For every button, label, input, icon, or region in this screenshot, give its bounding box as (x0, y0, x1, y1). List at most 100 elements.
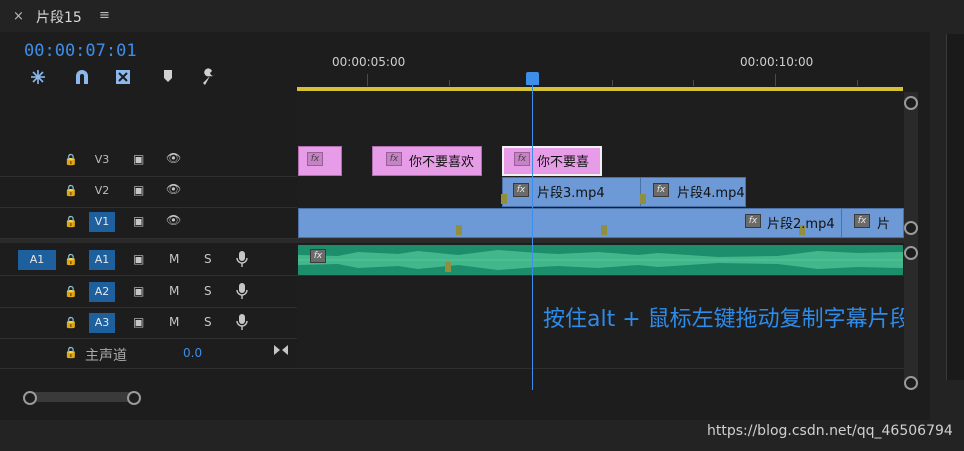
mute-button[interactable]: M (169, 284, 179, 298)
ruler-tick (367, 74, 368, 86)
timeline-panel: × 片段15 ≡ 00:00:07:01 00:00:05:00 00:00:1… (0, 0, 930, 420)
lock-icon[interactable]: 🔒 (64, 316, 78, 329)
track-v3: 🔒 V3 ▣ 👁 fx fx 你不要喜欢 fx 你不要喜 (0, 145, 904, 177)
scroll-handle[interactable] (904, 246, 918, 260)
video-clip[interactable]: fx 片段3.mp4 (501, 177, 642, 207)
magnet-icon[interactable] (72, 68, 92, 88)
fx-badge-icon: fx (513, 183, 529, 197)
snap-icon[interactable] (28, 68, 48, 88)
master-track-label: 主声道 (85, 348, 127, 364)
track-v1-label[interactable]: V1 (89, 212, 115, 232)
microphone-icon[interactable] (236, 250, 248, 271)
mute-button[interactable]: M (169, 315, 179, 329)
subtitle-clip-selected[interactable]: fx 你不要喜 (502, 146, 602, 176)
audio-clip[interactable]: fx (298, 245, 903, 275)
clip-label: 你不要喜 (537, 155, 590, 170)
solo-button[interactable]: S (204, 252, 212, 266)
ruler-tick (775, 74, 776, 86)
mute-button[interactable]: M (169, 252, 179, 266)
watermark-text: https://blog.csdn.net/qq_46506794 (707, 423, 953, 439)
work-area-bar[interactable] (297, 87, 903, 91)
master-volume-value[interactable]: 0.0 (183, 346, 202, 360)
sync-lock-icon[interactable]: ▣ (133, 183, 144, 197)
ruler-label-10s: 00:00:10:00 (740, 55, 814, 69)
lock-icon[interactable]: 🔒 (64, 285, 78, 298)
ruler-tick (857, 80, 858, 86)
close-icon[interactable]: × (13, 9, 24, 24)
keyframe-marker[interactable] (456, 225, 462, 235)
subtitle-clip[interactable]: fx (298, 146, 342, 176)
master-expand-icon[interactable] (273, 341, 289, 360)
video-clip[interactable]: fx 片 (841, 208, 904, 238)
lock-icon[interactable]: 🔒 (64, 253, 78, 266)
annotation-text: 按住alt + 鼠标左键拖动复制字幕片段 (543, 307, 912, 332)
sync-lock-icon[interactable]: ▣ (133, 152, 144, 166)
scroll-handle-top[interactable] (904, 96, 918, 110)
horizontal-scrollbar[interactable] (24, 392, 136, 402)
time-ruler[interactable]: 00:00:05:00 00:00:10:00 (297, 34, 903, 88)
ruler-label-5s: 00:00:05:00 (332, 55, 406, 69)
scroll-handle-bottom[interactable] (904, 376, 918, 390)
video-clip[interactable]: fx 片段4.mp4 (640, 177, 746, 207)
sync-lock-icon[interactable]: ▣ (133, 214, 144, 228)
eye-icon[interactable]: 👁 (166, 151, 181, 165)
clip-label: 片段4.mp4 (677, 186, 745, 201)
track-v1: 🔒 V1 ▣ 👁 fx 片段2.mp4 fx 片 (0, 207, 904, 239)
video-clip[interactable]: fx 片段2.mp4 (298, 208, 843, 238)
vertical-scrollbar[interactable] (904, 92, 918, 388)
zoom-handle-left[interactable] (23, 391, 37, 405)
track-a2-label[interactable]: A2 (89, 282, 115, 302)
fx-badge-icon: fx (854, 214, 870, 228)
clip-label: 片段2.mp4 (767, 217, 835, 232)
keyframe-marker[interactable] (445, 262, 451, 272)
fx-badge-icon: fx (745, 214, 761, 228)
clip-label: 片段3.mp4 (537, 186, 605, 201)
source-patch-a1[interactable]: A1 (18, 250, 56, 270)
video-audio-divider[interactable] (0, 239, 904, 243)
sync-lock-icon[interactable]: ▣ (133, 252, 144, 266)
keyframe-marker[interactable] (640, 194, 646, 204)
lock-icon[interactable]: 🔒 (64, 184, 78, 197)
solo-button[interactable]: S (204, 315, 212, 329)
eye-icon[interactable]: 👁 (166, 182, 181, 196)
keyframe-marker[interactable] (501, 194, 507, 204)
lock-icon[interactable]: 🔒 (64, 346, 78, 359)
playhead-timecode[interactable]: 00:00:07:01 (24, 41, 137, 61)
track-v3-label[interactable]: V3 (89, 150, 115, 170)
sequence-tab-title[interactable]: 片段15 (36, 7, 82, 27)
track-a2: 🔒 A2 ▣ M S (0, 276, 904, 308)
keyframe-marker[interactable] (601, 225, 607, 235)
adjacent-panel (946, 34, 964, 380)
clip-label: 片 (877, 217, 891, 232)
fx-badge-icon: fx (310, 249, 326, 263)
track-a2-lane[interactable] (297, 276, 904, 307)
track-v2-label[interactable]: V2 (89, 181, 115, 201)
microphone-icon[interactable] (236, 282, 248, 303)
sync-lock-icon[interactable]: ▣ (133, 284, 144, 298)
tab-bar: × 片段15 ≡ (0, 0, 930, 32)
eye-icon[interactable]: 👁 (166, 213, 181, 227)
subtitle-clip[interactable]: fx 你不要喜欢 (372, 146, 482, 176)
sync-lock-icon[interactable]: ▣ (133, 315, 144, 329)
marker-icon[interactable] (158, 68, 178, 88)
microphone-icon[interactable] (236, 313, 248, 334)
track-a1: A1 🔒 A1 ▣ M S fx (0, 244, 904, 276)
linked-selection-icon[interactable] (113, 68, 133, 88)
ruler-tick (612, 80, 613, 86)
fx-badge-icon: fx (307, 152, 323, 166)
playhead-line[interactable] (532, 80, 533, 390)
lock-icon[interactable]: 🔒 (64, 215, 78, 228)
fx-badge-icon: fx (514, 152, 530, 166)
panel-menu-icon[interactable]: ≡ (99, 8, 110, 23)
wrench-icon[interactable] (199, 68, 219, 88)
track-master-lane[interactable] (297, 338, 904, 368)
track-master: 🔒 (0, 338, 904, 369)
panel-gutter (932, 0, 946, 420)
scroll-handle[interactable] (904, 221, 918, 235)
solo-button[interactable]: S (204, 284, 212, 298)
track-a3-label[interactable]: A3 (89, 313, 115, 333)
track-a1-label[interactable]: A1 (89, 250, 115, 270)
lock-icon[interactable]: 🔒 (64, 153, 78, 166)
zoom-handle-right[interactable] (127, 391, 141, 405)
fx-badge-icon: fx (386, 152, 402, 166)
